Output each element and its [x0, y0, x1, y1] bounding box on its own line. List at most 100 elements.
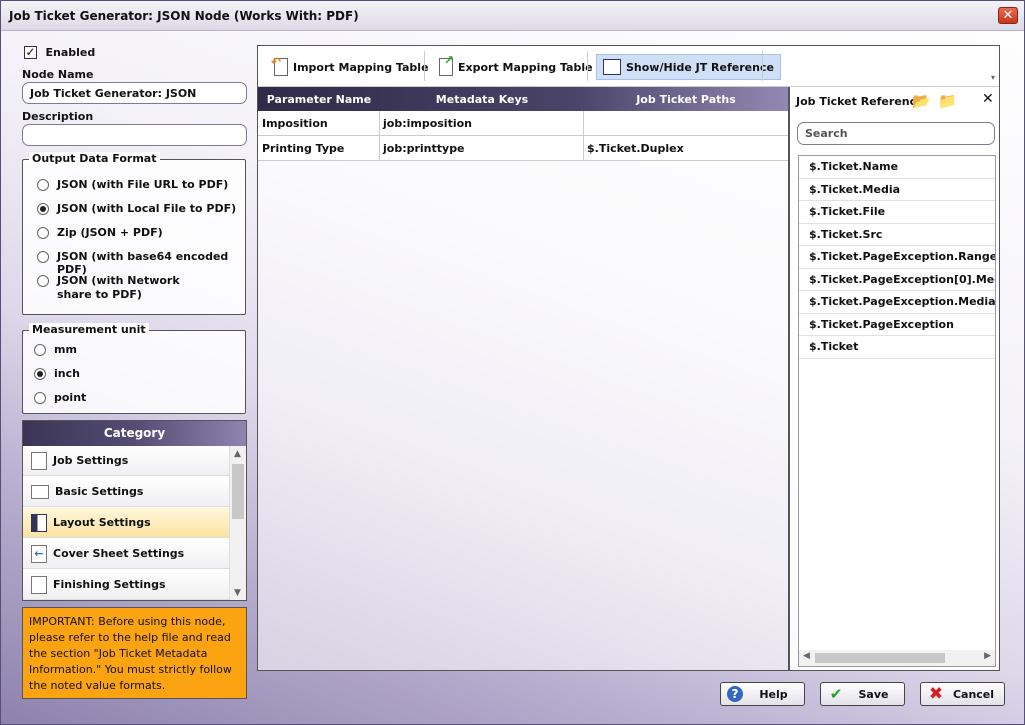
title-bar[interactable]: Job Ticket Generator: JSON Node (Works W… — [1, 1, 1024, 31]
option-label: JSON (with Local File to PDF) — [57, 202, 237, 215]
table-row[interactable]: Printing Type job:printtype $.Ticket.Dup… — [258, 136, 788, 161]
category-item-label: Cover Sheet Settings — [53, 547, 185, 560]
category-item-label: Finishing Settings — [53, 578, 166, 591]
category-item-cover-sheet[interactable]: ← Cover Sheet Settings — [23, 539, 229, 569]
save-button[interactable]: ✔ Save — [820, 682, 905, 706]
output-option-zip[interactable]: Zip (JSON + PDF) — [37, 226, 163, 239]
cell-path[interactable] — [584, 111, 788, 135]
import-mapping-button[interactable]: ↶ Import Mapping Table — [268, 54, 435, 80]
category-scrollbar[interactable]: ▲ ▼ — [229, 446, 246, 600]
toolbar-separator — [762, 51, 763, 81]
scrollbar-thumb[interactable] — [815, 653, 945, 663]
close-button[interactable]: ✕ — [998, 7, 1018, 24]
category-item-label: Basic Settings — [55, 485, 144, 498]
list-item[interactable]: $.Ticket.Media — [799, 179, 995, 201]
category-item-basic-settings[interactable]: Basic Settings — [23, 477, 229, 507]
cell-parameter[interactable]: Printing Type — [258, 136, 380, 160]
node-name-input[interactable]: Job Ticket Generator: JSON — [22, 82, 247, 104]
output-option-base64[interactable]: JSON (with base64 encoded PDF) — [37, 250, 245, 276]
import-icon: ↶ — [271, 55, 288, 76]
cell-metadata[interactable]: job:printtype — [380, 136, 584, 160]
help-button[interactable]: ? Help — [720, 682, 805, 706]
cancel-label: Cancel — [952, 687, 995, 701]
radio-icon[interactable] — [37, 227, 49, 239]
enabled-row[interactable]: ✓ Enabled — [24, 45, 95, 59]
description-label: Description — [22, 110, 94, 123]
output-format-group: Output Data Format JSON (with File URL t… — [22, 152, 246, 315]
measurement-legend: Measurement unit — [29, 323, 149, 336]
category-item-job-settings[interactable]: Job Settings — [23, 446, 229, 476]
list-item[interactable]: $.Ticket.Name — [799, 156, 995, 179]
radio-icon[interactable] — [34, 392, 46, 404]
output-option-file-url[interactable]: JSON (with File URL to PDF) — [37, 178, 228, 191]
jt-search-input[interactable]: Search — [797, 122, 995, 145]
category-item-label: Job Settings — [53, 454, 129, 467]
list-item[interactable]: $.Ticket.PageException — [799, 314, 995, 336]
jt-horizontal-scrollbar[interactable]: ◀ ▶ — [799, 650, 995, 666]
close-panel-icon[interactable]: ✕ — [982, 91, 994, 107]
description-input[interactable] — [22, 124, 247, 146]
export-mapping-button[interactable]: ↗ Export Mapping Table — [433, 53, 599, 80]
jt-reference-panel: Job Ticket Reference 📂 📁 ✕ Search $.Tick… — [788, 87, 999, 670]
help-label: Help — [759, 687, 788, 701]
list-item[interactable]: $.Ticket — [799, 336, 995, 359]
unit-option-inch[interactable]: inch — [34, 367, 80, 380]
show-hide-jt-reference-button[interactable]: Show/Hide JT Reference — [596, 54, 781, 80]
important-notice: IMPORTANT: Before using this node, pleas… — [22, 607, 247, 699]
radio-icon[interactable] — [37, 179, 49, 191]
save-label: Save — [858, 687, 889, 701]
radio-icon[interactable] — [34, 368, 46, 380]
output-option-network-share[interactable]: JSON (with Network share to PDF) — [37, 274, 212, 302]
node-name-label: Node Name — [22, 68, 94, 81]
column-header-parameter[interactable]: Parameter Name — [258, 87, 380, 111]
output-option-local-file[interactable]: JSON (with Local File to PDF) — [37, 202, 236, 215]
jt-reference-title: Job Ticket Reference — [796, 95, 924, 108]
folder-open-icon[interactable]: 📂 — [912, 92, 931, 110]
finishing-icon — [31, 575, 47, 594]
unit-option-mm[interactable]: mm — [34, 343, 77, 356]
category-item-finishing[interactable]: Finishing Settings — [23, 570, 229, 600]
folder-settings-icon[interactable]: 📁 — [938, 92, 957, 110]
column-header-metadata[interactable]: Metadata Keys — [380, 87, 584, 111]
cell-path[interactable]: $.Ticket.Duplex — [584, 136, 788, 160]
layout-icon — [31, 513, 47, 532]
list-item[interactable]: $.Ticket.Src — [799, 224, 995, 246]
radio-icon[interactable] — [34, 344, 46, 356]
cell-metadata[interactable]: job:imposition — [380, 111, 584, 135]
toolbar: ↶ Import Mapping Table ↗ Export Mapping … — [258, 46, 999, 87]
list-item[interactable]: $.Ticket.PageException.Range — [799, 246, 995, 269]
list-item[interactable]: $.Ticket.PageException.Media — [799, 291, 995, 314]
radio-icon[interactable] — [37, 203, 49, 215]
table-row[interactable]: Imposition job:imposition — [258, 111, 788, 136]
list-item[interactable]: $.Ticket.File — [799, 201, 995, 224]
document-icon — [31, 451, 47, 470]
scroll-left-icon[interactable]: ◀ — [803, 651, 810, 661]
radio-icon[interactable] — [37, 275, 49, 287]
category-header: Category — [23, 421, 246, 446]
table-header: Parameter Name Metadata Keys Job Ticket … — [258, 87, 788, 111]
radio-icon[interactable] — [37, 251, 49, 263]
option-label: JSON (with File URL to PDF) — [57, 178, 229, 191]
output-format-legend: Output Data Format — [29, 152, 160, 165]
scrollbar-thumb[interactable] — [232, 464, 244, 519]
option-label: JSON (with base64 encoded PDF) — [57, 250, 229, 276]
column-header-paths[interactable]: Job Ticket Paths — [584, 87, 788, 111]
dialog-window: Job Ticket Generator: JSON Node (Works W… — [0, 0, 1025, 725]
export-label: Export Mapping Table — [458, 60, 593, 74]
unit-option-point[interactable]: point — [34, 391, 86, 404]
scroll-down-icon[interactable]: ▼ — [234, 588, 241, 598]
option-label: JSON (with Network share to PDF) — [57, 274, 180, 301]
category-item-label: Layout Settings — [53, 516, 151, 529]
scroll-up-icon[interactable]: ▲ — [234, 449, 241, 459]
option-label: mm — [54, 343, 77, 356]
enabled-checkbox[interactable]: ✓ — [24, 45, 37, 59]
category-item-layout-settings[interactable]: Layout Settings — [23, 508, 229, 538]
scroll-right-icon[interactable]: ▶ — [984, 651, 991, 661]
list-item[interactable]: $.Ticket.PageException[0].Media.Pap — [799, 269, 995, 291]
option-label: Zip (JSON + PDF) — [57, 226, 163, 239]
cell-parameter[interactable]: Imposition — [258, 111, 380, 135]
panel-toggle-icon — [603, 59, 621, 75]
export-icon: ↗ — [439, 53, 454, 76]
cancel-button[interactable]: ✖ Cancel — [920, 682, 1005, 706]
toolbar-overflow-icon[interactable]: ▾ — [991, 73, 995, 82]
